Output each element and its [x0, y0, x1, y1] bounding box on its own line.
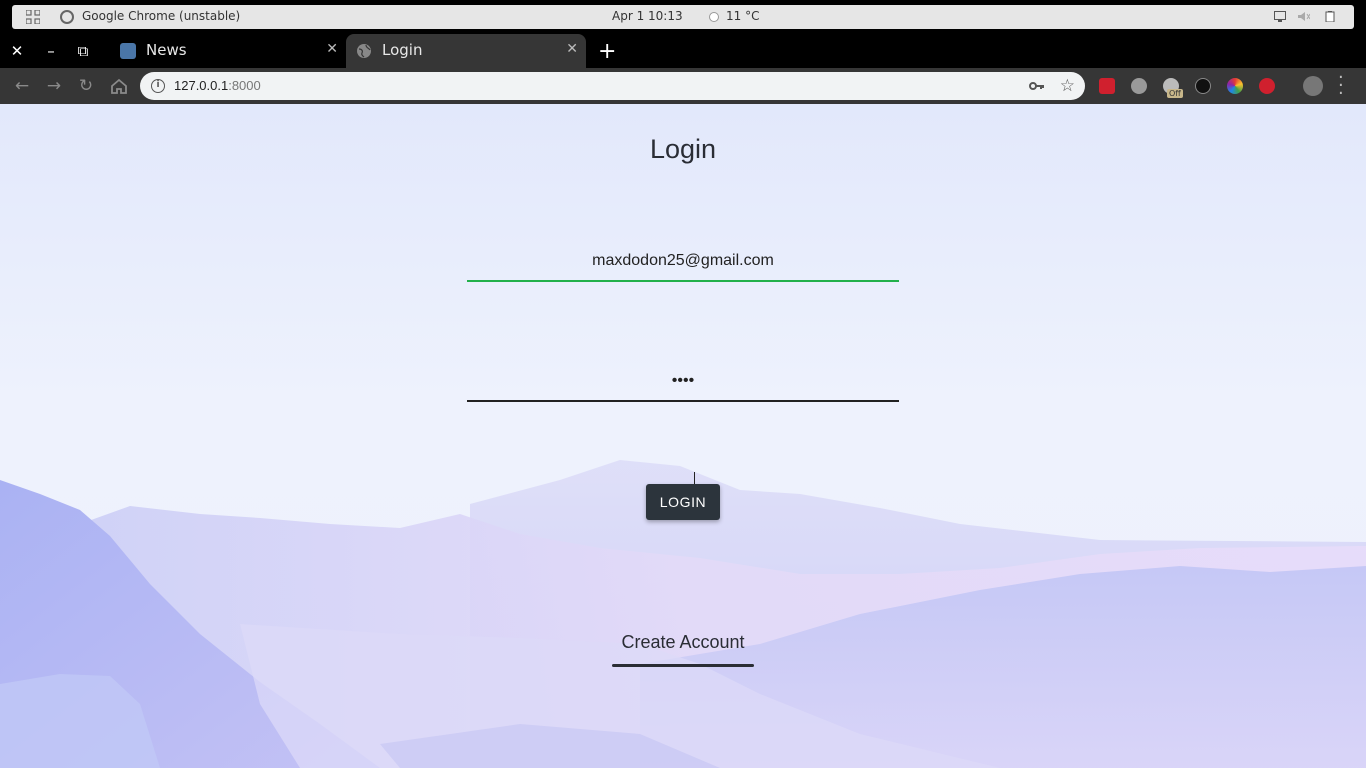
- adblock-plus-icon[interactable]: [1259, 78, 1275, 94]
- back-icon[interactable]: ←: [11, 75, 33, 97]
- new-tab-button[interactable]: +: [598, 39, 616, 64]
- reload-icon[interactable]: ↻: [75, 75, 97, 97]
- os-top-bar: Google Chrome (unstable) Apr 1 10:13 11 …: [12, 5, 1354, 29]
- weather-temperature[interactable]: 11 °C: [726, 9, 759, 23]
- m-icon[interactable]: [1131, 78, 1147, 94]
- window-close-button[interactable]: ✕: [8, 42, 26, 60]
- volume-muted-icon[interactable]: [1298, 11, 1310, 22]
- browser-menu-icon[interactable]: · · ·: [1338, 69, 1344, 103]
- app-grid-icon[interactable]: [26, 10, 40, 24]
- gnome-icon[interactable]: [1195, 78, 1211, 94]
- weather-icon: [709, 12, 719, 22]
- password-field[interactable]: [467, 362, 899, 402]
- globe-icon: [357, 44, 371, 58]
- battery-icon[interactable]: [1324, 11, 1336, 22]
- tab-news[interactable]: News ✕: [110, 34, 346, 68]
- app-title[interactable]: Google Chrome (unstable): [82, 9, 240, 23]
- profile-avatar-icon[interactable]: [1303, 76, 1323, 96]
- url-host: 127.0.0.1: [174, 78, 229, 93]
- clock[interactable]: Apr 1 10:13: [612, 9, 683, 23]
- tab-label: News: [146, 41, 187, 59]
- login-page: Login LOGIN Create Account: [0, 104, 1366, 768]
- address-bar[interactable]: i 127.0.0.1:8000 ☆: [140, 72, 1085, 100]
- window-minimize-button[interactable]: –: [42, 42, 60, 60]
- mountain-background: [0, 460, 1366, 768]
- pocket-cast-icon[interactable]: [1099, 78, 1115, 94]
- email-input[interactable]: [467, 242, 899, 280]
- login-button[interactable]: LOGIN: [646, 484, 720, 520]
- window-maximize-button[interactable]: ⧉: [74, 42, 92, 60]
- tab-close-icon[interactable]: ✕: [326, 41, 338, 57]
- email-field[interactable]: [467, 242, 899, 282]
- chrome-app-icon: [60, 10, 74, 24]
- color-wheel-icon[interactable]: [1227, 78, 1243, 94]
- create-account-underline: [612, 664, 754, 667]
- browser-toolbar: ← → ↻ i 127.0.0.1:8000 ☆ Off · · ·: [0, 68, 1366, 104]
- forward-icon[interactable]: →: [43, 75, 65, 97]
- key-icon[interactable]: [1029, 78, 1045, 94]
- url-text[interactable]: 127.0.0.1:8000: [174, 78, 261, 93]
- tab-strip: ✕ – ⧉ News ✕ Login ✕ +: [0, 34, 1366, 68]
- tab-close-icon[interactable]: ✕: [566, 41, 578, 57]
- tab-label: Login: [382, 41, 423, 59]
- password-input[interactable]: [467, 362, 899, 400]
- vk-icon: [120, 43, 136, 59]
- home-icon[interactable]: [108, 75, 130, 97]
- create-account-link[interactable]: Create Account: [583, 632, 783, 653]
- screen-icon[interactable]: [1274, 11, 1286, 22]
- url-port: :8000: [228, 78, 261, 93]
- tab-login[interactable]: Login ✕: [346, 34, 586, 68]
- extension-off-badge: Off: [1167, 89, 1183, 98]
- site-info-icon[interactable]: i: [151, 79, 165, 93]
- bookmark-star-icon[interactable]: ☆: [1060, 76, 1075, 96]
- page-title: Login: [649, 134, 717, 164]
